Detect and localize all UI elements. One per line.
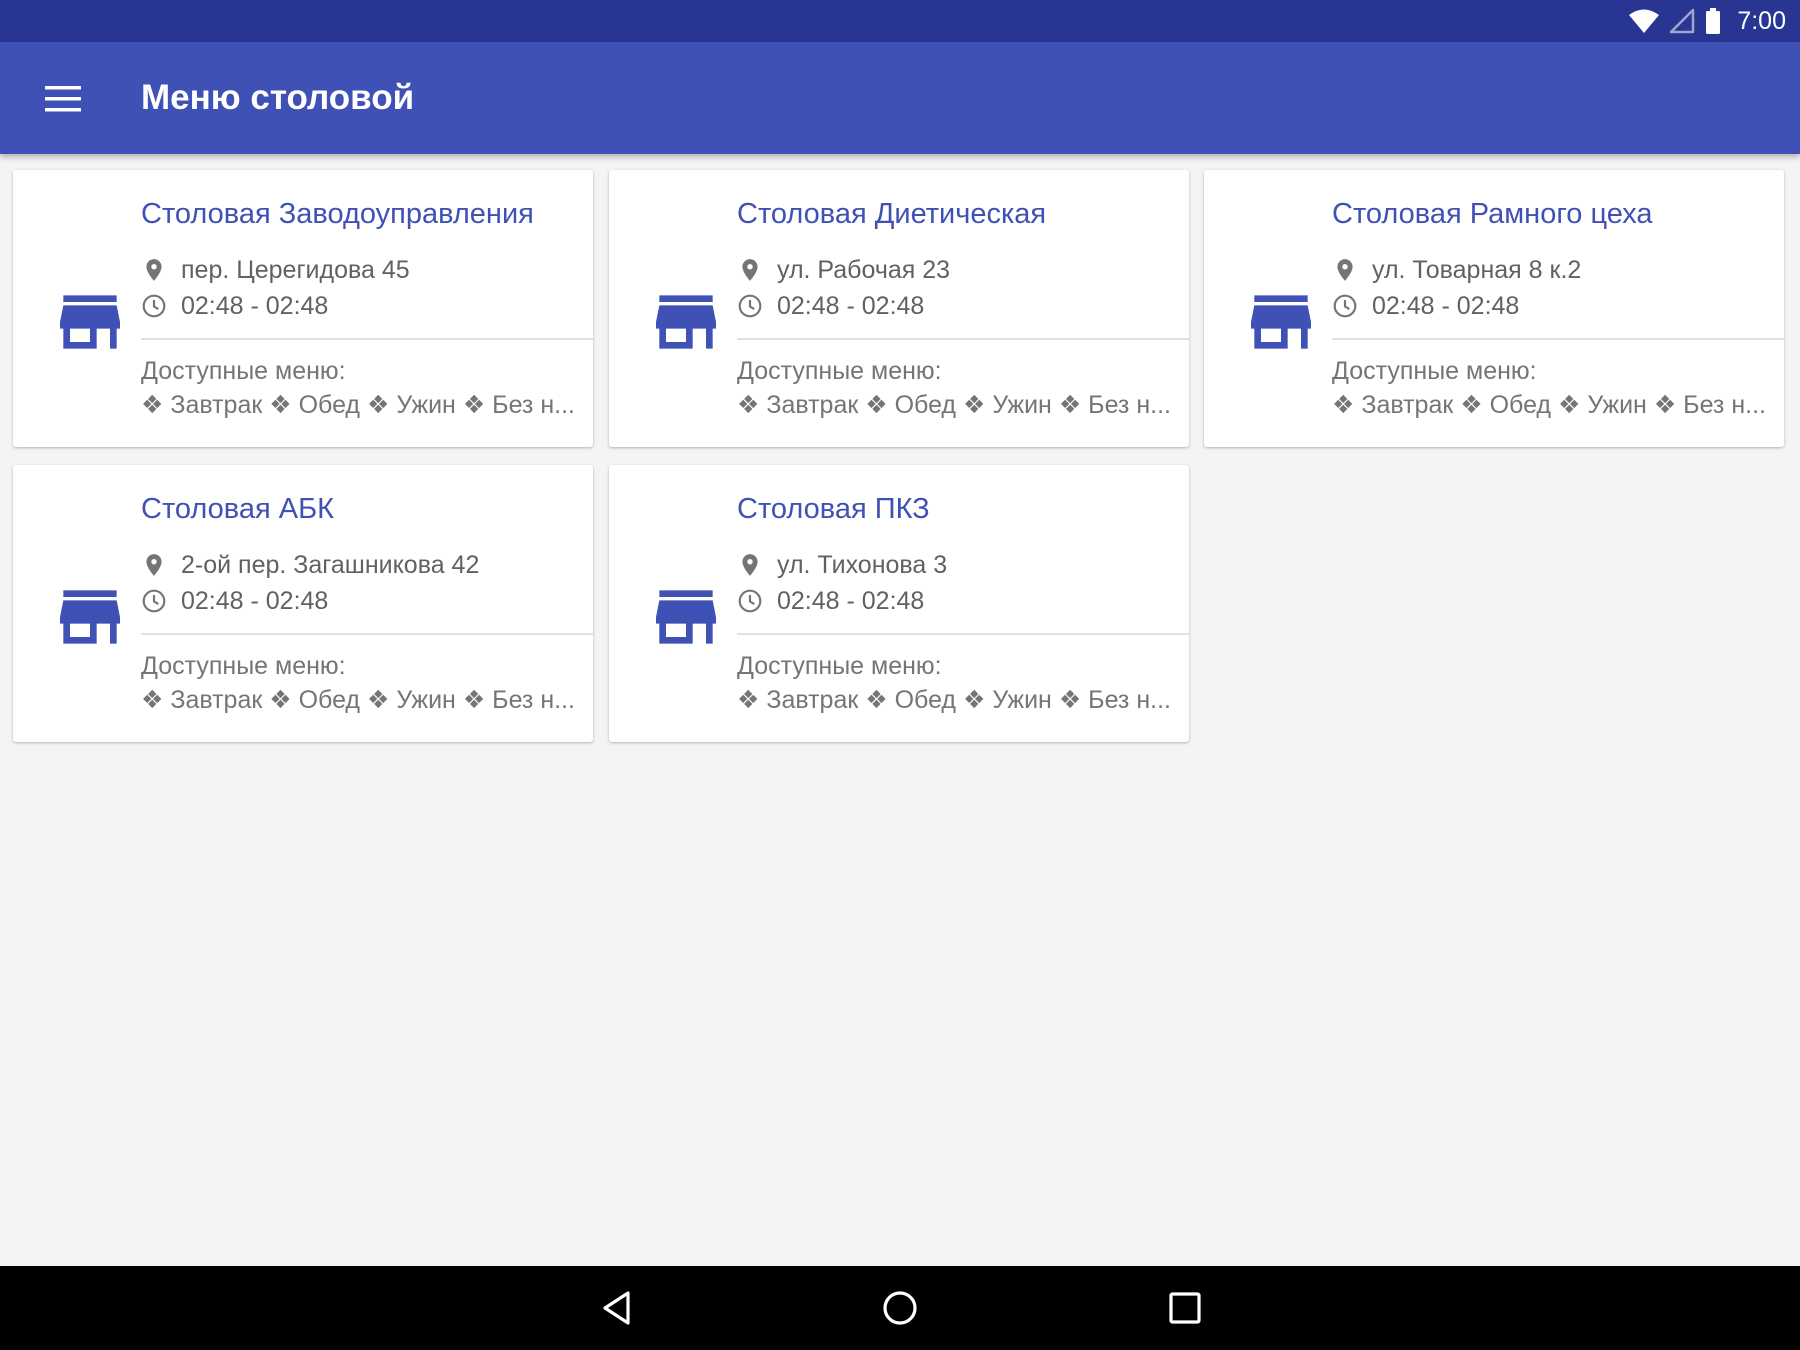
- divider: [141, 338, 593, 340]
- canteen-card[interactable]: Столовая АБК 2-ой пер. Загашникова 42 02…: [13, 465, 593, 742]
- clock-icon: [737, 588, 763, 614]
- canteen-address: пер. Церегидова 45: [181, 255, 410, 284]
- wifi-icon: [1629, 9, 1660, 33]
- system-nav-bar: [0, 1266, 1800, 1350]
- clock-icon: [141, 588, 167, 614]
- menus-list: ❖ Завтрак ❖ Обед ❖ Ужин ❖ Без н...: [141, 686, 575, 714]
- divider: [737, 633, 1189, 635]
- canteen-address: ул. Тихонова 3: [777, 550, 948, 579]
- home-button[interactable]: [870, 1278, 930, 1338]
- store-icon: [60, 295, 120, 349]
- page-title: Меню столовой: [141, 78, 415, 117]
- address-row: пер. Церегидова 45: [141, 253, 410, 287]
- canteen-name: Столовая ПКЗ: [737, 493, 930, 525]
- store-icon: [1251, 295, 1311, 349]
- canteen-card[interactable]: Столовая Диетическая ул. Рабочая 23 02:4…: [609, 170, 1189, 447]
- hours-row: 02:48 - 02:48: [141, 289, 328, 323]
- home-icon: [883, 1291, 917, 1325]
- location-pin-icon: [1332, 257, 1358, 283]
- canteen-name: Столовая Рамного цеха: [1332, 198, 1653, 230]
- menus-label: Доступные меню:: [141, 652, 346, 680]
- canteen-card[interactable]: Столовая ПКЗ ул. Тихонова 3 02:48 - 02:4…: [609, 465, 1189, 742]
- app-bar: Меню столовой: [0, 42, 1800, 154]
- hamburger-menu-icon: [45, 86, 81, 112]
- hours-row: 02:48 - 02:48: [141, 584, 328, 618]
- hours-row: 02:48 - 02:48: [1332, 289, 1519, 323]
- navigation-menu-button[interactable]: [28, 64, 98, 134]
- back-icon: [603, 1291, 630, 1325]
- canteen-name: Столовая АБК: [141, 493, 335, 525]
- divider: [737, 338, 1189, 340]
- menus-list: ❖ Завтрак ❖ Обед ❖ Ужин ❖ Без н...: [141, 391, 575, 419]
- recents-button[interactable]: [1155, 1278, 1215, 1338]
- status-icons: 7:00: [1629, 0, 1786, 42]
- canteen-hours: 02:48 - 02:48: [777, 291, 925, 320]
- store-icon: [656, 590, 716, 644]
- canteen-card[interactable]: Столовая Рамного цеха ул. Товарная 8 к.2…: [1204, 170, 1784, 447]
- battery-icon: [1706, 8, 1721, 34]
- address-row: 2-ой пер. Загашникова 42: [141, 548, 479, 582]
- menus-label: Доступные меню:: [1332, 357, 1537, 385]
- store-icon: [60, 590, 120, 644]
- clock-icon: [1332, 293, 1358, 319]
- canteen-address: ул. Рабочая 23: [777, 255, 951, 284]
- divider: [1332, 338, 1784, 340]
- location-pin-icon: [737, 257, 763, 283]
- canteen-name: Столовая Диетическая: [737, 198, 1047, 230]
- hours-row: 02:48 - 02:48: [737, 289, 924, 323]
- canteen-hours: 02:48 - 02:48: [1372, 291, 1520, 320]
- signal-icon: [1670, 8, 1695, 34]
- canteen-address: ул. Товарная 8 к.2: [1372, 255, 1582, 284]
- divider: [141, 633, 593, 635]
- canteen-card[interactable]: Столовая Заводоуправления пер. Церегидов…: [13, 170, 593, 447]
- store-icon: [656, 295, 716, 349]
- address-row: ул. Товарная 8 к.2: [1332, 253, 1581, 287]
- menus-label: Доступные меню:: [141, 357, 346, 385]
- status-bar: 7:00: [0, 0, 1800, 42]
- canteen-name: Столовая Заводоуправления: [141, 198, 534, 230]
- menus-list: ❖ Завтрак ❖ Обед ❖ Ужин ❖ Без н...: [1332, 391, 1766, 419]
- menus-label: Доступные меню:: [737, 357, 942, 385]
- recents-icon: [1169, 1292, 1201, 1324]
- menus-list: ❖ Завтрак ❖ Обед ❖ Ужин ❖ Без н...: [737, 391, 1171, 419]
- clock-icon: [737, 293, 763, 319]
- canteen-hours: 02:48 - 02:48: [777, 586, 925, 615]
- canteen-address: 2-ой пер. Загашникова 42: [181, 550, 480, 579]
- status-time: 7:00: [1737, 7, 1786, 35]
- menus-label: Доступные меню:: [737, 652, 942, 680]
- clock-icon: [141, 293, 167, 319]
- location-pin-icon: [141, 552, 167, 578]
- canteen-hours: 02:48 - 02:48: [181, 586, 329, 615]
- location-pin-icon: [737, 552, 763, 578]
- canteen-hours: 02:48 - 02:48: [181, 291, 329, 320]
- back-button[interactable]: [587, 1278, 647, 1338]
- hours-row: 02:48 - 02:48: [737, 584, 924, 618]
- menus-list: ❖ Завтрак ❖ Обед ❖ Ужин ❖ Без н...: [737, 686, 1171, 714]
- address-row: ул. Рабочая 23: [737, 253, 950, 287]
- address-row: ул. Тихонова 3: [737, 548, 947, 582]
- location-pin-icon: [141, 257, 167, 283]
- canteen-list: Столовая Заводоуправления пер. Церегидов…: [0, 154, 1800, 1266]
